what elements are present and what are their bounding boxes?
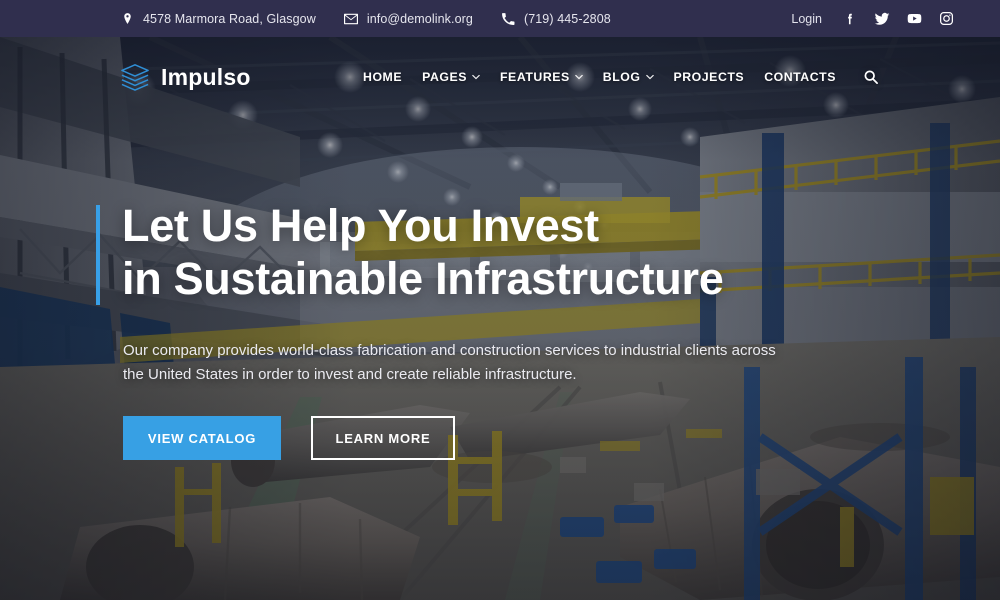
contact-address: 4578 Marmora Road, Glasgow	[120, 11, 316, 27]
hero-subtitle: Our company provides world-class fabrica…	[123, 342, 776, 384]
top-contact-bar: 4578 Marmora Road, Glasgow info@demolink…	[0, 0, 1000, 37]
nav-item-contacts-label: CONTACTS	[764, 70, 836, 84]
map-pin-icon	[120, 11, 134, 27]
logo-text: Impulso	[161, 63, 251, 90]
hero-action-buttons: VIEW CATALOG LEARN MORE	[123, 416, 455, 460]
search-icon[interactable]	[862, 68, 880, 86]
chevron-down-icon	[645, 74, 654, 80]
contact-email[interactable]: info@demolink.org	[343, 11, 473, 27]
nav-item-features[interactable]: FEATURES	[490, 70, 593, 84]
hero-title-line-2: in Sustainable Infrastructure	[122, 252, 724, 304]
instagram-icon[interactable]	[938, 11, 954, 27]
contact-phone-text: (719) 445-2808	[523, 11, 611, 26]
view-catalog-button[interactable]: VIEW CATALOG	[123, 416, 281, 460]
nav-item-pages[interactable]: PAGES	[412, 70, 490, 84]
nav-item-projects[interactable]: PROJECTS	[664, 70, 755, 84]
top-bar-inner: 4578 Marmora Road, Glasgow info@demolink…	[0, 0, 1000, 37]
nav-item-blog[interactable]: BLOG	[593, 70, 664, 84]
youtube-icon[interactable]	[906, 11, 922, 27]
learn-more-button[interactable]: LEARN MORE	[311, 416, 455, 460]
chevron-down-icon	[472, 74, 480, 80]
nav-item-contacts[interactable]: CONTACTS	[754, 70, 846, 84]
hero-title: Let Us Help You Invest in Sustainable In…	[122, 200, 942, 305]
hero-title-line-1: Let Us Help You Invest	[122, 200, 599, 251]
facebook-icon[interactable]	[842, 11, 858, 27]
chevron-down-icon	[574, 74, 583, 80]
envelope-icon	[343, 11, 358, 27]
stacked-layers-icon	[120, 63, 150, 91]
nav-item-blog-label: BLOG	[602, 70, 641, 84]
nav-item-home-label: HOME	[363, 70, 403, 84]
nav-item-projects-label: PROJECTS	[673, 70, 745, 84]
hero-accent-bar	[96, 205, 100, 305]
contact-info-group: 4578 Marmora Road, Glasgow info@demolink…	[120, 11, 611, 27]
login-link[interactable]: Login	[791, 12, 822, 26]
hero-content: Let Us Help You Invest in Sustainable In…	[0, 37, 1000, 600]
nav-item-features-label: FEATURES	[500, 70, 570, 84]
landing-page: 4578 Marmora Road, Glasgow info@demolink…	[0, 0, 1000, 600]
main-navigation-bar: Impulso HOME PAGES FEATURES BLOG PROJECT…	[0, 37, 1000, 117]
top-bar-right-group: Login	[791, 0, 954, 37]
contact-phone[interactable]: (719) 445-2808	[501, 11, 611, 27]
twitter-icon[interactable]	[874, 11, 890, 27]
nav-item-home[interactable]: HOME	[353, 70, 412, 84]
contact-address-text: 4578 Marmora Road, Glasgow	[143, 11, 316, 26]
site-logo[interactable]: Impulso	[120, 63, 251, 91]
nav-menu: HOME PAGES FEATURES BLOG PROJECTS CONTAC…	[353, 68, 880, 86]
phone-icon	[501, 11, 515, 27]
contact-email-text: info@demolink.org	[366, 11, 473, 26]
nav-item-pages-label: PAGES	[422, 70, 467, 84]
